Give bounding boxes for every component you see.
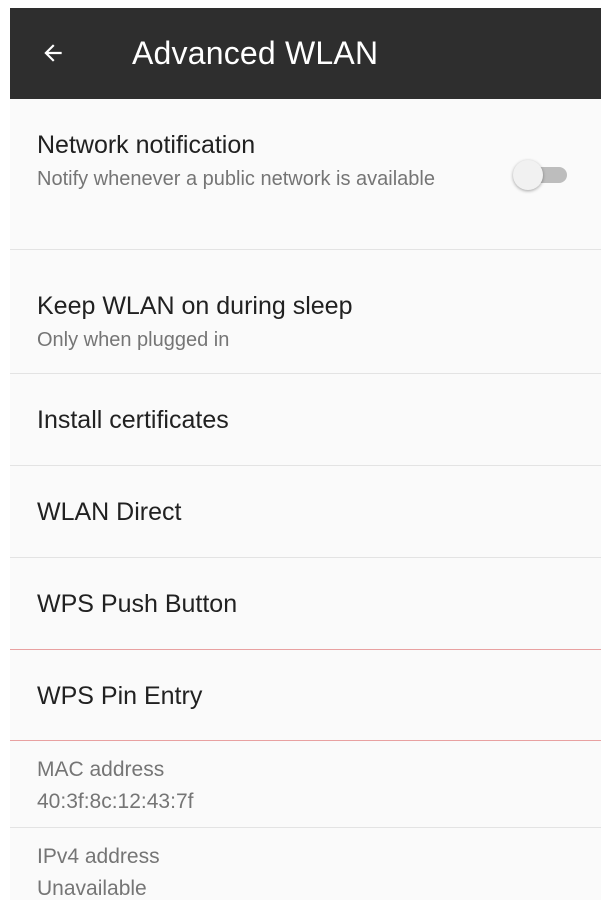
install-certificates-title: Install certificates <box>37 406 229 434</box>
ipv4-address-label: IPv4 address <box>37 845 160 868</box>
keep-wlan-on-title: Keep WLAN on during sleep <box>37 292 353 320</box>
mac-address-value: 40:3f:8c:12:43:7f <box>37 790 194 813</box>
network-notification-title: Network notification <box>37 131 256 159</box>
ipv4-address-value: Unavailable <box>37 877 147 900</box>
network-notification-toggle[interactable] <box>513 159 569 190</box>
keep-wlan-on-summary: Only when plugged in <box>37 329 230 351</box>
back-button[interactable] <box>36 36 70 70</box>
ipv4-address-item: IPv4 address Unavailable <box>10 828 601 900</box>
screen: Advanced WLAN Network notification Notif… <box>10 8 601 900</box>
network-notification-summary: Notify whenever a public network is avai… <box>37 168 435 190</box>
wps-pin-entry-item[interactable]: WPS Pin Entry <box>10 649 601 741</box>
arrow-left-icon <box>44 44 62 62</box>
keep-wlan-on-item[interactable]: Keep WLAN on during sleep Only when plug… <box>10 250 601 374</box>
wlan-direct-item[interactable]: WLAN Direct <box>10 466 601 558</box>
app-bar: Advanced WLAN <box>10 8 601 99</box>
settings-list: Network notification Notify whenever a p… <box>10 99 601 900</box>
page-title: Advanced WLAN <box>132 35 379 71</box>
install-certificates-item[interactable]: Install certificates <box>10 374 601 466</box>
toggle-thumb <box>513 160 543 190</box>
wps-pin-entry-title: WPS Pin Entry <box>37 682 203 710</box>
wps-push-button-title: WPS Push Button <box>37 590 238 618</box>
wlan-direct-title: WLAN Direct <box>37 498 182 526</box>
mac-address-label: MAC address <box>37 758 165 781</box>
wps-push-button-item[interactable]: WPS Push Button <box>10 558 601 650</box>
mac-address-item: MAC address 40:3f:8c:12:43:7f <box>10 741 601 828</box>
network-notification-item[interactable]: Network notification Notify whenever a p… <box>10 99 601 250</box>
